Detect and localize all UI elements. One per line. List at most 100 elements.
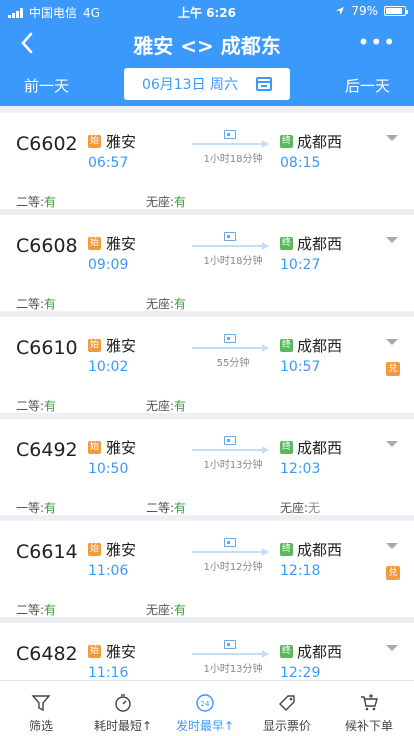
tab-shortest-duration[interactable]: 耗时最短↑	[82, 681, 164, 736]
to-station: 成都西	[297, 541, 343, 559]
seat-label: 无座:	[146, 399, 175, 413]
battery-icon	[384, 6, 408, 16]
train-number: C6482	[16, 643, 78, 665]
bottom-toolbar: 筛选 耗时最短↑ 24 发时最早↑ 显示票价 候补下单	[0, 680, 414, 736]
end-station-badge: 终	[280, 441, 293, 454]
departure-time: 11:06	[88, 563, 129, 579]
arrival-time: 10:57	[280, 359, 321, 375]
duration: 1小时12分钟	[203, 562, 263, 573]
seat-value: 有	[174, 603, 187, 617]
to-station: 成都西	[297, 643, 343, 661]
end-station-badge: 终	[280, 645, 293, 658]
arrival-time: 12:03	[280, 461, 321, 477]
train-card[interactable]: C6610 始雅安 10:02 55分钟终成都西 10:57 兑二等:有 无座:有	[0, 317, 414, 413]
end-station-badge: 终	[280, 135, 293, 148]
seat-class: 二等:有	[16, 295, 56, 312]
tab-waitlist-order[interactable]: 候补下单	[328, 681, 410, 736]
start-station-badge: 始	[88, 135, 101, 148]
tab-label: 耗时最短↑	[93, 719, 153, 733]
tab-earliest-departure[interactable]: 24 发时最早↑	[164, 681, 246, 736]
prev-day-button[interactable]: 前一天	[24, 75, 69, 96]
end-station-badge: 终	[280, 237, 293, 250]
nav-bar: 雅安 <> 成都东 •••	[0, 24, 414, 64]
seat-label: 一等:	[16, 501, 45, 515]
departure-time: 10:50	[88, 461, 129, 477]
train-number: C6610	[16, 337, 78, 359]
date-picker[interactable]: 06月13日 周六	[124, 68, 290, 100]
price-tag-icon	[279, 695, 295, 711]
seat-label: 二等:	[16, 399, 45, 413]
train-card[interactable]: C6608 始雅安 09:09 1小时18分钟终成都西 10:27 二等:有 无座:有	[0, 215, 414, 311]
seat-label: 无座:	[146, 603, 175, 617]
train-number: C6492	[16, 439, 78, 461]
chevron-down-icon[interactable]	[386, 237, 398, 243]
to-station: 成都西	[297, 133, 343, 151]
seat-class: 二等:有	[146, 499, 186, 516]
id-card-icon	[224, 232, 236, 241]
next-day-button[interactable]: 后一天	[345, 75, 390, 96]
seat-class: 无座:有	[146, 397, 186, 414]
arrival-time: 10:27	[280, 257, 321, 273]
seat-label: 无座:	[146, 195, 175, 209]
seat-label: 二等:	[16, 195, 45, 209]
from-station: 雅安	[106, 337, 137, 355]
duration: 1小时18分钟	[203, 154, 263, 165]
to-station: 成都西	[297, 337, 343, 355]
seat-label: 二等:	[16, 603, 45, 617]
id-card-icon	[224, 538, 236, 547]
train-card[interactable]: C6482 始雅安 11:16 1小时13分钟 终成都西 12:29	[0, 623, 414, 680]
seat-value: 有	[174, 399, 187, 413]
train-card[interactable]: C6492 始雅安 10:50 1小时13分钟终成都西 12:03 一等:有 二等:有 无座:…	[0, 419, 414, 515]
exchange-badge: 兑	[386, 362, 400, 376]
route-arrow	[192, 650, 269, 658]
seat-value: 有	[44, 399, 57, 413]
tab-show-price[interactable]: 显示票价	[246, 681, 328, 736]
from-station: 雅安	[106, 439, 137, 457]
route-arrow	[192, 140, 269, 148]
seat-value: 有	[174, 501, 187, 515]
from-station: 雅安	[106, 643, 137, 661]
chevron-down-icon[interactable]	[386, 339, 398, 345]
more-icon[interactable]: •••	[358, 30, 396, 54]
train-card[interactable]: C6602 始雅安 06:57 1小时18分钟终成都西 08:15 二等:有 无座:有	[0, 113, 414, 209]
tab-label: 候补下单	[344, 719, 393, 733]
to-station: 成都西	[297, 235, 343, 253]
page-title: 雅安 <> 成都东	[133, 34, 281, 58]
seat-class: 无座:有	[146, 193, 186, 210]
seat-label: 二等:	[16, 297, 45, 311]
train-card[interactable]: C6614 始雅安 11:06 1小时12分钟终成都西 12:18 兑二等:有 无座:有	[0, 521, 414, 617]
seat-label: 无座:	[280, 501, 309, 515]
id-card-icon	[224, 130, 236, 139]
chevron-down-icon[interactable]	[386, 543, 398, 549]
seat-value: 无	[308, 501, 321, 515]
route-arrow	[192, 242, 269, 250]
seat-class: 二等:有	[16, 601, 56, 618]
exchange-badge: 兑	[386, 566, 400, 580]
location-icon	[336, 7, 345, 15]
from-station: 雅安	[106, 133, 137, 151]
route-arrow	[192, 446, 269, 454]
arrival-time: 08:15	[280, 155, 321, 171]
seat-class: 二等:有	[16, 193, 56, 210]
start-station-badge: 始	[88, 543, 101, 556]
departure-time: 11:16	[88, 665, 129, 680]
cart-plus-icon	[361, 694, 378, 711]
end-station-badge: 终	[280, 543, 293, 556]
to-station: 成都西	[297, 439, 343, 457]
train-list[interactable]: C6602 始雅安 06:57 1小时18分钟终成都西 08:15 二等:有 无座:有 C66…	[0, 106, 414, 680]
chevron-down-icon[interactable]	[386, 135, 398, 141]
chevron-down-icon[interactable]	[386, 645, 398, 651]
tab-filter[interactable]: 筛选	[0, 681, 82, 736]
train-number: C6608	[16, 235, 78, 257]
train-number: C6602	[16, 133, 78, 155]
seat-value: 有	[44, 501, 57, 515]
seat-class: 无座:有	[146, 601, 186, 618]
end-station-badge: 终	[280, 339, 293, 352]
duration: 1小时18分钟	[203, 256, 263, 267]
arrival-time: 12:29	[280, 665, 321, 680]
date-label: 06月13日 周六	[141, 77, 239, 93]
chevron-down-icon[interactable]	[386, 441, 398, 447]
battery-label: 79%	[351, 4, 378, 18]
route-arrow	[192, 344, 269, 352]
date-bar: 前一天 06月13日 周六 后一天	[0, 66, 414, 102]
